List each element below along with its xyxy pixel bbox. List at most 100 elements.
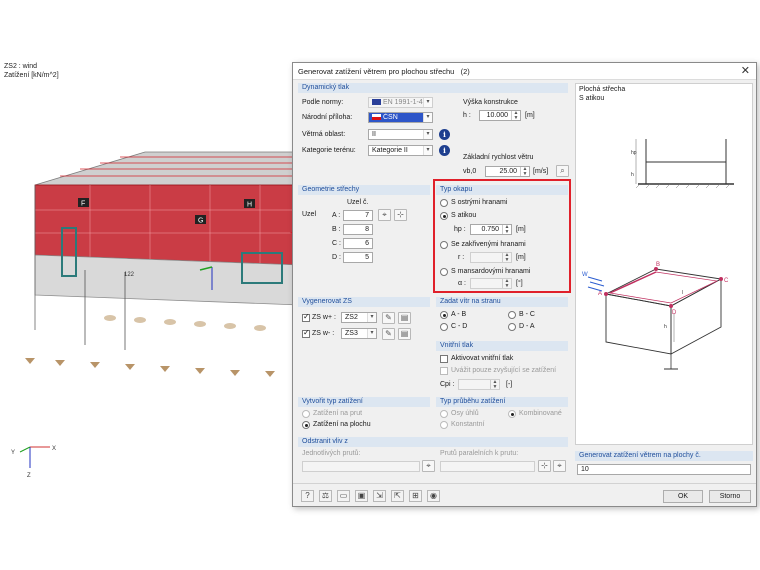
h-label: h : [463,112,471,119]
parallel-members-label: Prutů paralelních k prutu: [440,450,519,457]
member-label: 122 [124,272,135,278]
node-label: Uzel [302,211,317,218]
cancel-button[interactable]: Storno [709,490,751,503]
dir-bc-radio[interactable] [508,311,516,319]
combined-radio[interactable] [508,410,516,418]
standard-select[interactable]: EN 1991-1-4 ▾ [368,97,433,108]
only-increasing-label: Uvážit pouze zvyšující se zatížení [451,367,557,374]
height-input[interactable]: 10.000 ▲ ▼ [479,110,521,121]
import-icon[interactable]: ⇲ [373,490,386,502]
node-c-label: C : [332,240,341,247]
surface-load-radio[interactable] [302,421,310,429]
group-header: Dynamický tlak [298,83,568,93]
dir-cd-radio[interactable] [440,323,448,331]
node-a-label: A : [332,212,341,219]
dir-ab-radio[interactable] [440,311,448,319]
wind-zone-info-icon[interactable]: i [439,129,450,140]
units-icon[interactable]: ⚖ [319,490,332,502]
zone-g-label: G [198,218,203,225]
vb-symbol: vb,0 [463,168,477,175]
cz-flag-icon [372,114,381,120]
eye-icon[interactable]: ◉ [427,490,440,502]
load-type-group: Vytvořit typ zatížení Zatížení na prut Z… [298,397,430,433]
parallel-select-icon[interactable]: ⌖ [553,460,566,472]
model-3d-view[interactable]: F G H 122 [0,130,300,380]
lc-plus-new-icon[interactable]: ✎ [382,312,395,324]
annex-select[interactable]: ČSN ▾ [368,112,433,123]
vb-unit: [m/s] [533,168,549,175]
node-c-input[interactable]: 6 [343,238,373,249]
combined-label: Kombinované [519,410,562,417]
node-b-input[interactable]: 8 [343,224,373,235]
constant-radio[interactable] [440,421,448,429]
node-d-label: D : [332,254,341,261]
lc-minus-edit-icon[interactable]: ▤ [398,328,411,340]
lc-plus-select[interactable]: ZS2 ▾ [341,312,377,323]
node-a-pick-icon[interactable]: ⌖ [378,209,391,221]
ok-button[interactable]: OK [663,490,703,503]
group-header: Zadat vítr na stranu [436,297,568,307]
remove-influence-group: Odstranit vliv z Jednotlivých prutů: ⌖ P… [298,437,568,475]
only-increasing-checkbox[interactable] [440,367,448,375]
node-no-label: Uzel č. [347,199,369,206]
lc-minus-new-icon[interactable]: ✎ [382,328,395,340]
vb-map-icon[interactable]: ⌕ [556,165,569,177]
dir-cd-label: C - D [451,323,468,330]
lc-plus-edit-icon[interactable]: ▤ [398,312,411,324]
wind-load-dialog: Generovat zatížení větrem pro plochou st… [292,62,757,507]
node-a-select-icon[interactable]: ⊹ [394,209,407,221]
individual-pick-icon[interactable]: ⌖ [422,460,435,472]
node-d-input[interactable]: 5 [343,252,373,263]
graphic-icon[interactable]: ⊞ [409,490,422,502]
svg-text:B: B [656,262,660,268]
individual-members-label: Jednotlivých prutů: [302,450,361,457]
member-load-radio[interactable] [302,410,310,418]
load-course-group: Typ průběhu zatížení Osy úhlů Kombinovan… [436,397,568,433]
lc-minus-checkbox[interactable] [302,328,310,338]
dynamic-pressure-group: Dynamický tlak Podle normy: EN 1991-1-4 ▾… [298,83,569,178]
lc-plus-label: ZS w+ : [312,314,336,321]
save-icon[interactable]: ▣ [355,490,368,502]
open-icon[interactable]: ▭ [337,490,350,502]
angular-radio[interactable] [440,410,448,418]
axis-x-label: X [52,446,56,452]
lc-minus-select[interactable]: ZS3 ▾ [341,328,377,339]
activate-internal-checkbox[interactable] [440,355,448,363]
angular-label: Osy úhlů [451,410,479,417]
h-unit: [m] [525,112,535,119]
result-group: Generovat zatížení větrem na plochy č. 1… [575,451,753,477]
wind-zone-select[interactable]: II ▾ [368,129,433,140]
terrain-select[interactable]: Kategorie II ▾ [368,145,433,156]
node-a-input[interactable]: 7 [343,210,373,221]
parallel-pick-icon[interactable]: ⊹ [538,460,551,472]
help-icon[interactable]: ? [301,490,314,502]
dialog-title: Generovat zatížení větrem pro plochou st… [298,67,470,76]
terrain-info-icon[interactable]: i [439,145,450,156]
vb-label: Základní rychlost větru [463,154,534,161]
svg-text:A: A [598,291,602,297]
internal-pressure-group: Vnitřní tlak Aktivovat vnitřní tlak Uváž… [436,341,568,393]
dir-ab-label: A - B [451,311,467,318]
preview-panel: Plochá střecha S atikou hp h A B C D l h… [575,83,753,445]
group-header: Vnitřní tlak [436,341,568,351]
eaves-highlight-frame [433,179,571,293]
cpi-unit: [-] [506,381,513,388]
result-surfaces-input[interactable]: 10 [577,464,751,475]
member-load-label: Zatížení na prut [313,410,363,417]
surface-load-label: Zatížení na plochu [313,421,371,428]
vb-input[interactable]: 25.00 ▲ ▼ [485,166,530,177]
load-unit-label: Zatížení [kN/m^2] [4,72,59,79]
dialog-titlebar: Generovat zatížení větrem pro plochou st… [293,63,756,80]
export-icon[interactable]: ⇱ [391,490,404,502]
cpi-input[interactable]: ▲ ▼ [458,379,500,390]
zone-h-label: H [247,202,252,209]
group-header: Vytvořit typ zatížení [298,397,430,407]
parallel-members-input[interactable] [440,461,535,472]
roof-geometry-group: Geometrie střechy Uzel č. Uzel A : 7 ⌖ ⊹… [298,185,430,290]
dir-da-radio[interactable] [508,323,516,331]
individual-members-input[interactable] [302,461,420,472]
close-icon[interactable]: ✕ [741,64,750,77]
lc-plus-checkbox[interactable] [302,312,310,322]
lc-minus-label: ZS w- : [312,330,335,337]
wind-zone-label: Větrná oblast: [302,131,346,138]
